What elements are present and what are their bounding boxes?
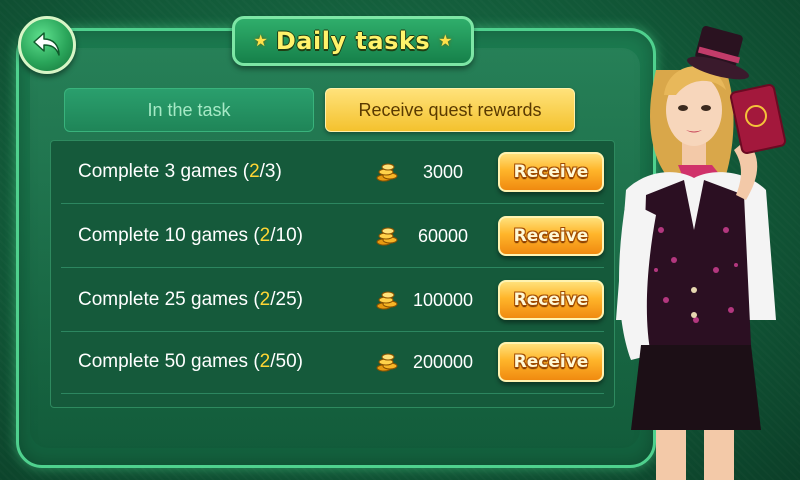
divider bbox=[61, 393, 604, 394]
task-row: Complete 3 games (2/3) 3000 Receive bbox=[51, 141, 616, 203]
task-label: Complete 50 games (2/50) bbox=[78, 351, 303, 372]
task-list: Complete 3 games (2/3) 3000 Receive Comp… bbox=[50, 140, 615, 408]
task-label: Complete 25 games (2/25) bbox=[78, 289, 303, 310]
back-arrow-icon bbox=[33, 32, 60, 56]
back-button[interactable] bbox=[18, 16, 76, 74]
reward-amount: 60000 bbox=[417, 225, 469, 246]
divider bbox=[61, 267, 604, 268]
coin-stack-icon bbox=[376, 227, 398, 246]
reward-amount: 100000 bbox=[412, 289, 474, 310]
coin-stack-icon bbox=[376, 163, 398, 182]
task-row: Complete 10 games (2/10) 60000 Receive bbox=[51, 205, 616, 267]
title-banner: ★ Daily tasks ★ bbox=[232, 16, 474, 66]
task-row: Complete 25 games (2/25) 100000 Receive bbox=[51, 269, 616, 331]
tab-receive-quest-rewards[interactable]: Receive quest rewards bbox=[325, 88, 575, 132]
task-progress-count: 2 bbox=[259, 351, 271, 372]
star-icon: ★ bbox=[253, 33, 268, 50]
task-progress-count: 2 bbox=[259, 225, 271, 246]
tab-in-the-task[interactable]: In the task bbox=[64, 88, 314, 132]
task-label: Complete 3 games (2/3) bbox=[78, 161, 282, 182]
task-progress-count: 2 bbox=[259, 289, 271, 310]
task-row: Complete 50 games (2/50) 200000 Receive bbox=[51, 331, 616, 393]
reward-amount: 3000 bbox=[422, 161, 464, 182]
coin-stack-icon bbox=[376, 291, 398, 310]
star-icon: ★ bbox=[438, 33, 453, 50]
reward-amount: 200000 bbox=[412, 351, 474, 372]
page-title: Daily tasks bbox=[275, 27, 431, 55]
dealer-character-illustration bbox=[616, 26, 787, 480]
divider bbox=[61, 203, 604, 204]
task-label: Complete 10 games (2/10) bbox=[78, 225, 303, 246]
coin-stack-icon bbox=[376, 353, 398, 372]
task-progress-count: 2 bbox=[249, 161, 260, 182]
